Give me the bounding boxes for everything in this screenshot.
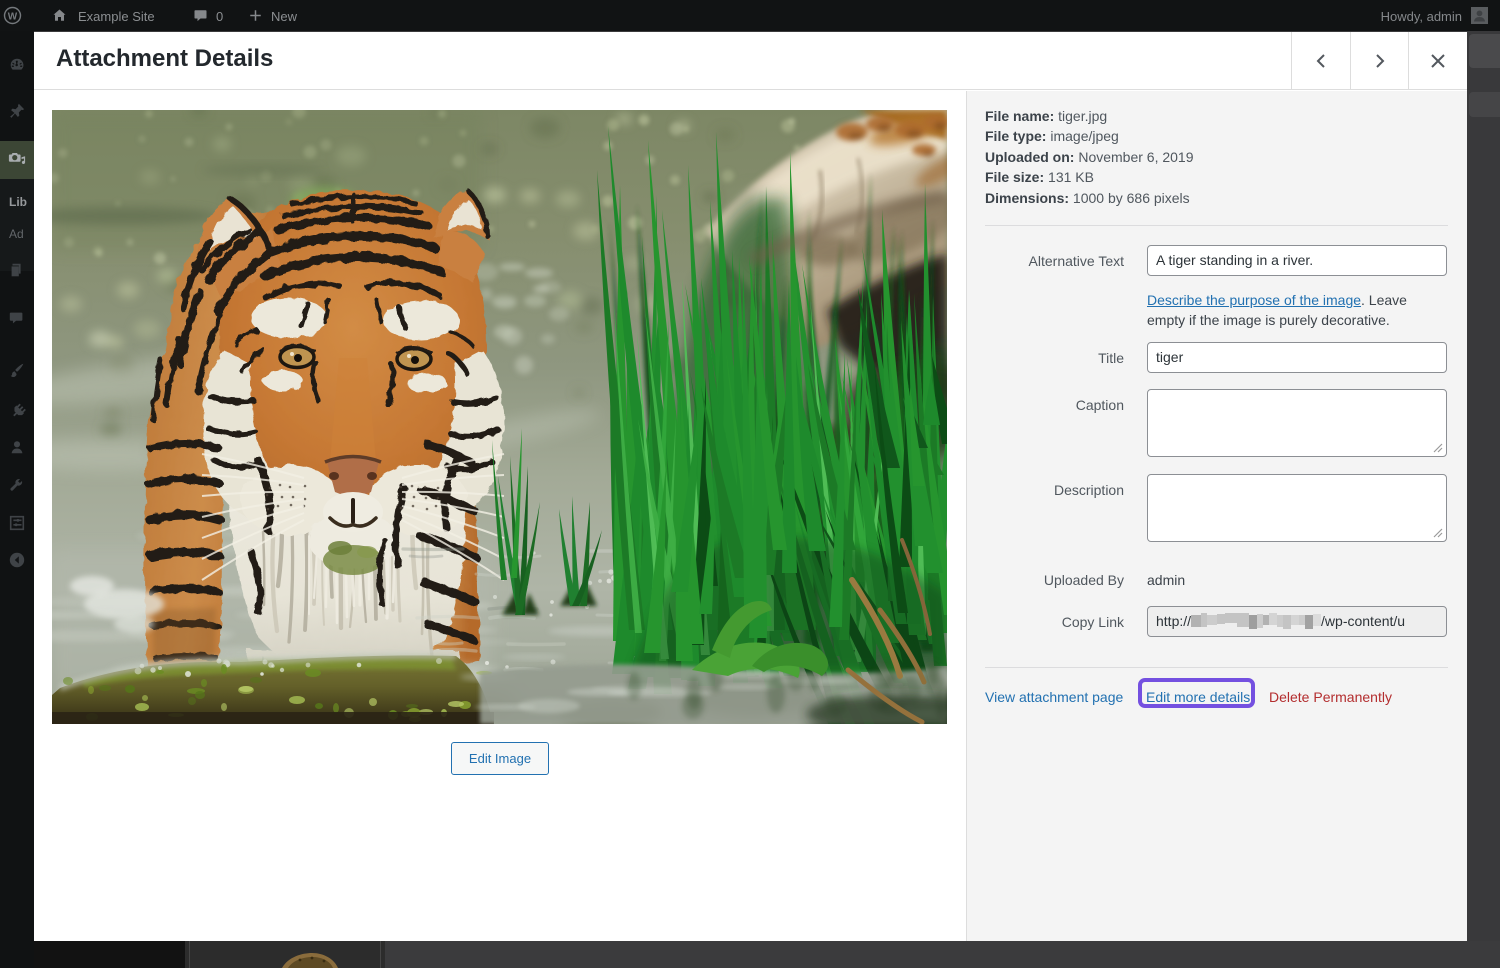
svg-text:W: W: [8, 11, 18, 22]
